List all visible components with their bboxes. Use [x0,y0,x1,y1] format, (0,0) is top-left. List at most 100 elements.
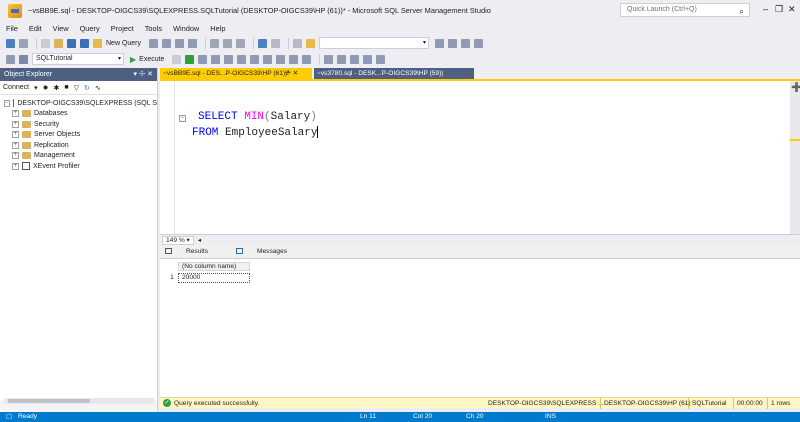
close-icon[interactable]: ✕ [788,4,796,15]
menu-view[interactable]: View [53,24,69,33]
menu-project[interactable]: Project [111,24,134,33]
tab-active-query[interactable]: ~vsBB9E.sql - DES...P-OIGCS39\HP (61))* … [160,68,312,79]
expand-icon[interactable]: + [12,120,19,128]
new-query-icon[interactable] [93,38,102,48]
tree-node-xevent-profiler[interactable]: + XEvent Profiler [0,161,157,172]
expand-icon[interactable]: + [12,131,19,139]
collapse-icon[interactable]: − [4,99,10,107]
tree-node-security[interactable]: + Security [0,119,157,130]
panel-controls[interactable]: ▾ ☩ ✕ [133,68,153,81]
expand-icon[interactable]: + [12,162,19,170]
back-icon[interactable] [6,38,15,48]
client-stats-icon[interactable] [263,54,273,64]
undo-icon[interactable] [258,38,268,48]
stop-icon[interactable]: ■ [64,84,68,91]
expand-icon[interactable]: + [12,141,19,149]
comment-icon[interactable] [324,54,334,64]
tab-query-2[interactable]: ~vs3780.sql - DESK...P-OIGCS39\HP (59)) [314,68,474,79]
properties-icon[interactable] [435,38,445,48]
menu-help[interactable]: Help [210,24,225,33]
change-connection-icon[interactable] [19,54,28,64]
menu-window[interactable]: Window [173,24,199,33]
chevron-down-icon[interactable]: ▾ [118,54,121,64]
menu-edit[interactable]: Edit [29,24,42,33]
display-plan-icon[interactable] [198,54,208,64]
xmla-query-icon[interactable] [188,38,198,48]
toolbox-icon[interactable] [461,38,471,48]
find-icon[interactable] [293,38,303,48]
column-header[interactable]: (No column name) [178,262,250,271]
save-all-icon[interactable] [80,38,89,48]
specify-values-icon[interactable] [376,54,386,64]
zoom-select[interactable]: 149 % ▾ [162,235,194,245]
result-cell[interactable]: 20000 [178,273,250,283]
paste-icon[interactable] [236,38,246,48]
row-number[interactable]: 1 [166,273,178,283]
connect-button[interactable]: Connect [3,84,29,91]
tree-node-management[interactable]: + Management [0,151,157,162]
minimize-icon[interactable]: – [763,4,768,14]
editor-vertical-scrollbar[interactable]: ➕ [790,81,800,234]
results-to-grid-icon[interactable] [289,54,299,64]
results-to-text-icon[interactable] [276,54,286,64]
available-databases-select[interactable]: SQLTutorial ▾ [32,53,124,65]
tools-icon[interactable] [448,38,458,48]
uncomment-icon[interactable] [337,54,347,64]
restore-icon[interactable]: ❐ [775,4,783,15]
intellisense-icon[interactable] [224,54,234,64]
menu-file[interactable]: File [6,24,18,33]
chevron-down-icon[interactable]: ▾ [423,38,426,48]
mdx-query-icon[interactable] [162,38,172,48]
find-combo[interactable]: ▾ [319,37,430,49]
increase-indent-icon[interactable] [363,54,373,64]
results-to-file-icon[interactable] [302,54,312,64]
collapse-region-icon[interactable]: − [179,115,186,122]
menu-query[interactable]: Query [80,24,100,33]
redo-icon[interactable] [271,38,281,48]
horizontal-scrollbar[interactable] [4,398,154,404]
execute-icon[interactable]: ▶ [130,55,136,64]
decrease-indent-icon[interactable] [350,54,360,64]
database-engine-query-icon[interactable] [149,38,159,48]
connect-dropdown-icon[interactable]: ▾ [34,84,38,92]
cancel-query-icon[interactable] [172,54,182,64]
copy-icon[interactable] [223,38,233,48]
new-query-button[interactable]: New Query [106,40,141,47]
pin-close-icon[interactable]: ☩ ✕ [285,68,298,79]
tree-node-server-objects[interactable]: + Server Objects [0,130,157,141]
tree-node-replication[interactable]: + Replication [0,140,157,151]
window-layout-icon[interactable] [474,38,484,48]
dmx-query-icon[interactable] [175,38,185,48]
include-plan-icon[interactable] [237,54,247,64]
tab-messages[interactable]: Messages [236,248,301,255]
query-designer-icon[interactable] [211,54,221,64]
query-editor[interactable]: − SELECT MIN(Salary) FROM EmployeeSalary [160,81,790,234]
search-target-icon[interactable] [306,38,316,48]
search-icon[interactable]: ⌕ [740,6,744,18]
activity-monitor-icon[interactable]: ∿ [95,84,101,92]
live-stats-icon[interactable] [250,54,260,64]
tab-results[interactable]: Results [165,248,222,255]
disconnect-icon[interactable]: ✱ [53,84,59,92]
connect-plug-icon[interactable]: ✹ [43,84,49,92]
save-icon[interactable] [67,38,76,48]
scroll-left-icon[interactable]: ◂ [198,236,201,244]
connect-icon[interactable] [6,54,15,64]
parse-icon[interactable] [185,54,195,64]
open-folder-icon[interactable] [54,38,63,48]
cut-icon[interactable] [210,38,220,48]
expand-icon[interactable]: + [12,110,19,118]
forward-icon[interactable] [19,38,28,48]
new-project-icon[interactable] [41,38,50,48]
menu-tools[interactable]: Tools [145,24,162,33]
filter-icon[interactable]: ▽ [74,84,79,92]
execute-button[interactable]: Execute [139,56,164,63]
tree-node-databases[interactable]: + Databases [0,109,157,120]
refresh-icon[interactable]: ↻ [84,84,90,92]
menu-bar: File Edit View Query Project Tools Windo… [0,21,236,35]
split-editor-icon[interactable]: ➕ [791,82,800,93]
quick-launch-input[interactable]: Quick Launch (Ctrl+Q) ⌕ [620,3,750,17]
scrollbar-thumb[interactable] [8,399,90,403]
expand-icon[interactable]: + [12,152,19,160]
tree-node-server[interactable]: − DESKTOP-OIGCS39\SQLEXPRESS (SQL S [0,98,157,109]
